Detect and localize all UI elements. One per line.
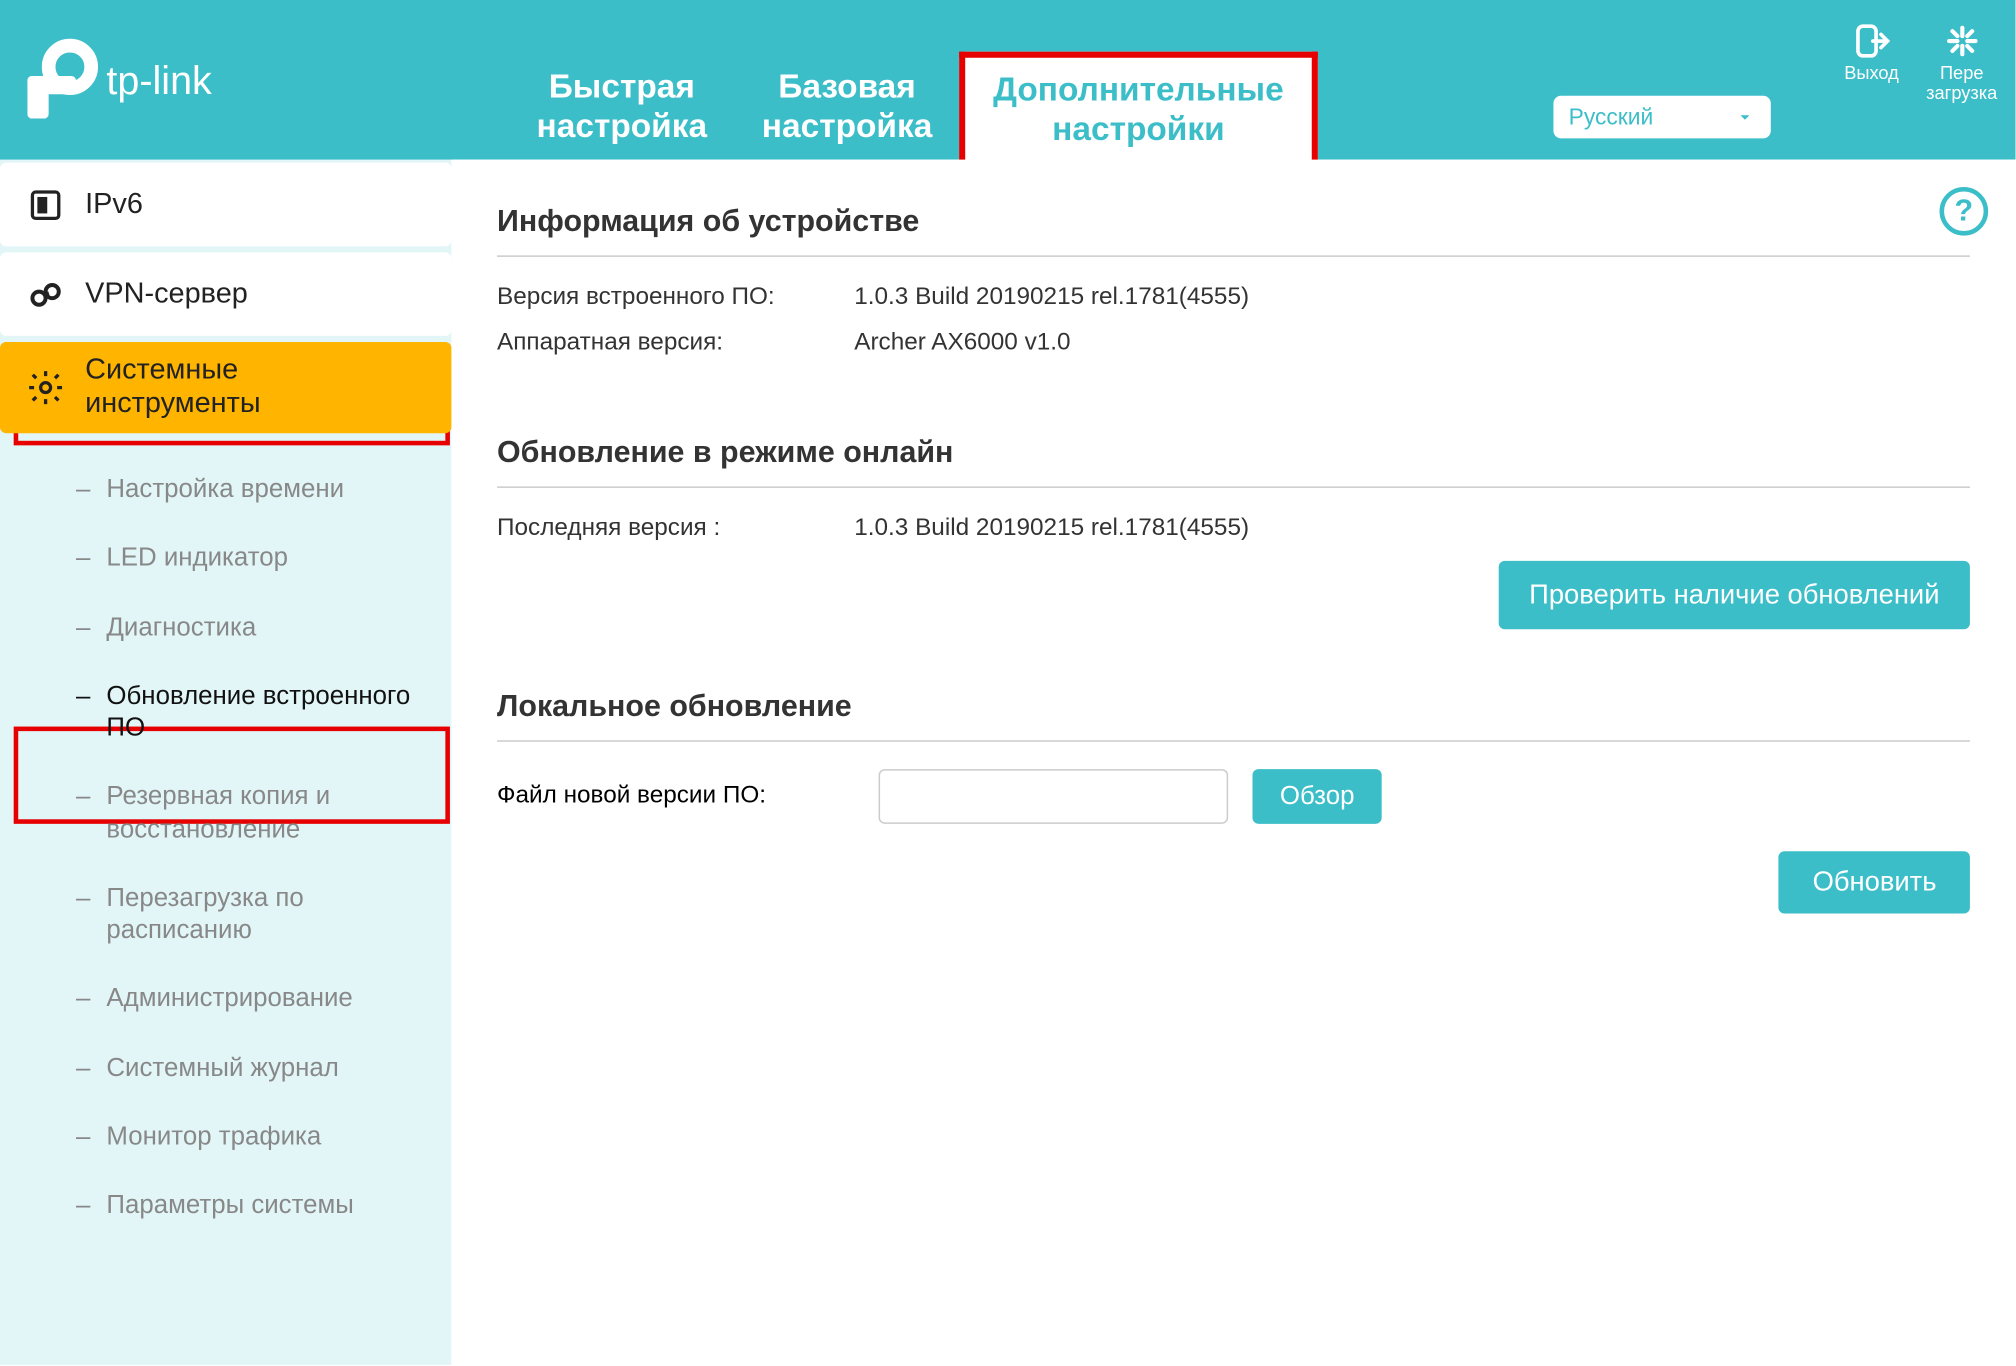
header: tp-link Быстрая настройка Базовая настро… xyxy=(0,0,2016,160)
divider xyxy=(497,740,1970,742)
divider xyxy=(497,255,1970,257)
sidebar-item-ipv6[interactable]: IPv6 xyxy=(0,163,451,247)
sub-item-label: Администрирование xyxy=(106,984,352,1013)
logout-icon xyxy=(1844,18,1899,64)
svg-text:tp-link: tp-link xyxy=(106,59,212,103)
tab-label: Дополнительные настройки xyxy=(993,71,1284,147)
help-button[interactable]: ? xyxy=(1940,187,1989,236)
sub-item-time[interactable]: Настройка времени xyxy=(0,454,451,523)
logout-button[interactable]: Выход xyxy=(1844,18,1899,104)
reboot-icon xyxy=(1926,18,1997,64)
tab-basic[interactable]: Базовая настройка xyxy=(734,67,959,159)
sub-item-diagnostics[interactable]: Диагностика xyxy=(0,592,451,661)
check-updates-button[interactable]: Проверить наличие обновлений xyxy=(1499,561,1970,629)
sub-item-label: Перезагрузка по расписанию xyxy=(106,883,303,944)
sub-item-label: Диагностика xyxy=(106,612,256,641)
reboot-button[interactable]: Пере загрузка xyxy=(1926,18,1997,104)
sub-item-label: Системный журнал xyxy=(106,1053,338,1082)
latest-version-label: Последняя версия : xyxy=(497,515,854,542)
sidebar-item-system-tools[interactable]: Системные инструменты xyxy=(0,342,451,433)
vpn-icon xyxy=(21,274,70,314)
help-icon: ? xyxy=(1955,194,1974,229)
firmware-version-label: Версия встроенного ПО: xyxy=(497,284,854,311)
main-tabs: Быстрая настройка Базовая настройка Допо… xyxy=(509,0,1317,160)
sub-item-label: Обновление встроенного ПО xyxy=(106,681,410,742)
sub-item-label: Монитор трафика xyxy=(106,1121,321,1150)
chevron-down-icon xyxy=(1734,106,1755,127)
tab-advanced[interactable]: Дополнительные настройки xyxy=(960,52,1317,162)
hardware-version-label: Аппаратная версия: xyxy=(497,330,854,357)
section-title-online-update: Обновление в режиме онлайн xyxy=(497,436,1970,471)
sub-item-label: Настройка времени xyxy=(106,474,344,503)
sidebar-item-label: Системные инструменты xyxy=(85,354,260,421)
sidebar-item-label: IPv6 xyxy=(85,188,143,221)
gear-icon xyxy=(21,368,70,408)
section-title-local-update: Локальное обновление xyxy=(497,690,1970,725)
sidebar-item-vpn[interactable]: VPN-сервер xyxy=(0,252,451,336)
tab-label: Быстрая настройка xyxy=(537,67,708,143)
logout-label: Выход xyxy=(1844,64,1899,84)
reboot-label: Пере загрузка xyxy=(1926,64,1997,104)
firmware-version-value: 1.0.3 Build 20190215 rel.1781(4555) xyxy=(854,284,1970,311)
sidebar-submenu: Настройка времени LED индикатор Диагност… xyxy=(0,439,451,1254)
firmware-file-input[interactable] xyxy=(879,769,1229,824)
sub-item-backup[interactable]: Резервная копия и восстановление xyxy=(0,762,451,863)
sub-item-admin[interactable]: Администрирование xyxy=(0,964,451,1033)
sidebar-item-label: VPN-сервер xyxy=(85,277,248,310)
sub-item-label: LED индикатор xyxy=(106,543,288,572)
sub-item-label: Резервная копия и восстановление xyxy=(106,782,330,843)
latest-version-value: 1.0.3 Build 20190215 rel.1781(4555) xyxy=(854,515,1970,542)
sub-item-traffic[interactable]: Монитор трафика xyxy=(0,1102,451,1171)
tab-label: Базовая настройка xyxy=(762,67,933,143)
sidebar: IPv6 VPN-сервер Системные инструменты На… xyxy=(0,160,451,1365)
sub-item-label: Параметры системы xyxy=(106,1190,353,1219)
tab-quick-setup[interactable]: Быстрая настройка xyxy=(509,67,734,159)
browse-button[interactable]: Обзор xyxy=(1252,769,1381,824)
sub-item-syslog[interactable]: Системный журнал xyxy=(0,1033,451,1102)
divider xyxy=(497,486,1970,488)
hardware-version-value: Archer AX6000 v1.0 xyxy=(854,330,1970,357)
brand-logo: tp-link xyxy=(0,0,243,122)
sub-item-firmware[interactable]: Обновление встроенного ПО xyxy=(0,661,451,762)
update-button[interactable]: Обновить xyxy=(1779,851,1970,913)
sub-item-reboot-schedule[interactable]: Перезагрузка по расписанию xyxy=(0,863,451,964)
language-select[interactable]: Русский xyxy=(1552,94,1772,140)
sub-item-led[interactable]: LED индикатор xyxy=(0,523,451,592)
content-pane: ? Информация об устройстве Версия встрое… xyxy=(451,160,2015,1365)
ipv6-icon xyxy=(21,185,70,225)
sub-item-sysparams[interactable]: Параметры системы xyxy=(0,1170,451,1239)
language-value: Русский xyxy=(1569,104,1654,130)
file-label: Файл новой версии ПО: xyxy=(497,783,854,810)
section-title-device-info: Информация об устройстве xyxy=(497,205,1970,240)
